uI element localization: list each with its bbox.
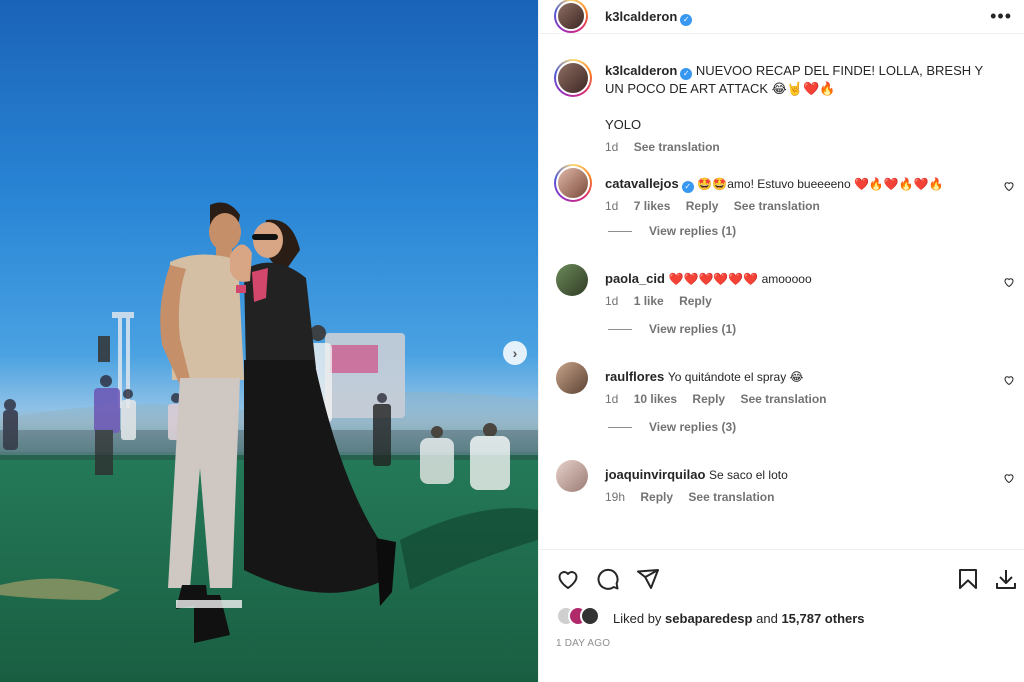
comment-text: catavallejos ✓ 🤩🤩amo! Estuvo bueeeeno ❤️🔥… (605, 175, 989, 193)
comment-see-translation[interactable]: See translation (734, 199, 820, 213)
view-replies-label[interactable]: View replies (1) (649, 322, 736, 336)
comment-see-translation[interactable]: See translation (688, 490, 774, 504)
post-actions: Liked by sebaparedesp and 15,787 others … (539, 549, 1024, 682)
comment-body: ❤️❤️❤️❤️❤️❤️ amooooo (668, 272, 812, 286)
comment-username[interactable]: joaquinvirquilao (605, 467, 705, 482)
like-comment-heart-icon[interactable] (1003, 472, 1015, 484)
post-header: k3lcalderon ✓ ••• (539, 0, 1024, 34)
liked-by-username[interactable]: sebaparedesp (665, 611, 752, 626)
comment-avatar[interactable] (556, 264, 588, 296)
festival-photo-illustration (0, 202, 538, 682)
bookmark-icon[interactable] (956, 567, 980, 591)
caption-meta: 1d See translation (605, 140, 989, 154)
comment-avatar[interactable] (554, 164, 592, 202)
comment-likes[interactable]: 7 likes (634, 199, 671, 213)
liked-by-text: Liked by sebaparedesp and 15,787 others (613, 611, 865, 626)
comment-text: raulflores Yo quitándote el spray 😂 (605, 368, 989, 386)
share-icon[interactable] (636, 567, 660, 591)
comment-body: 🤩🤩amo! Estuvo bueeeeno ❤️🔥❤️🔥❤️🔥 (697, 177, 944, 191)
comment-likes[interactable]: 1 like (634, 294, 664, 308)
comment-reply-button[interactable]: Reply (679, 294, 712, 308)
comment-icon[interactable] (596, 567, 620, 591)
liked-by-others[interactable]: 15,787 others (781, 611, 864, 626)
view-replies-label[interactable]: View replies (1) (649, 224, 736, 238)
comment-meta: 1d 1 like Reply (605, 294, 989, 308)
view-replies-label[interactable]: View replies (3) (649, 420, 736, 434)
view-replies[interactable]: View replies (3) (539, 420, 1024, 434)
comment-row: raulflores Yo quitándote el spray 😂 1d 1… (539, 362, 1024, 420)
download-icon[interactable] (994, 567, 1018, 591)
post-side-panel: k3lcalderon ✓ ••• k3lcalderon ✓ NUEVOO REC… (538, 0, 1024, 682)
author-username-text[interactable]: k3lcalderon (605, 9, 677, 24)
more-options-icon[interactable]: ••• (990, 6, 1012, 27)
liked-by-prefix: Liked by (613, 611, 662, 626)
post-photo: › (0, 0, 538, 682)
comment-row: catavallejos ✓ 🤩🤩amo! Estuvo bueeeeno ❤️🔥… (539, 164, 1024, 224)
post-time-ago[interactable]: 1 DAY AGO (556, 638, 610, 649)
comment-meta: 1d 7 likes Reply See translation (605, 199, 989, 213)
comment-see-translation[interactable]: See translation (740, 392, 826, 406)
comments-list: k3lcalderon ✓ NUEVOO RECAP DEL FINDE! LOL… (539, 52, 1024, 549)
comment-meta: 1d 10 likes Reply See translation (605, 392, 989, 406)
author-avatar[interactable] (554, 0, 588, 33)
comment-reply-button[interactable]: Reply (692, 392, 725, 406)
comment-likes[interactable]: 10 likes (634, 392, 677, 406)
comment-row: paola_cid ❤️❤️❤️❤️❤️❤️ amooooo 1d 1 like… (539, 264, 1024, 322)
comment-avatar[interactable] (556, 362, 588, 394)
comment-time: 1d (605, 294, 619, 308)
caption-username[interactable]: k3lcalderon (605, 63, 677, 78)
comment-username[interactable]: catavallejos (605, 176, 679, 191)
like-comment-heart-icon[interactable] (1003, 180, 1015, 192)
view-replies[interactable]: View replies (1) (539, 224, 1024, 238)
comment-text: joaquinvirquilao Se saco el loto (605, 466, 989, 484)
comment-time: 1d (605, 392, 619, 406)
verified-badge-icon: ✓ (680, 14, 693, 26)
comment-meta: 19h Reply See translation (605, 490, 989, 504)
caption-avatar[interactable] (554, 59, 592, 97)
comment-reply-button[interactable]: Reply (640, 490, 673, 504)
liked-by-avatars (556, 606, 606, 628)
next-photo-button[interactable]: › (503, 341, 527, 365)
caption-row: k3lcalderon ✓ NUEVOO RECAP DEL FINDE! LOL… (539, 52, 1024, 170)
comment-body: Yo quitándote el spray 😂 (667, 370, 804, 384)
verified-badge-icon: ✓ (680, 68, 693, 80)
like-comment-heart-icon[interactable] (1003, 276, 1015, 288)
comment-avatar[interactable] (556, 460, 588, 492)
comment-reply-button[interactable]: Reply (686, 199, 719, 213)
comment-row: joaquinvirquilao Se saco el loto 19h Rep… (539, 460, 1024, 518)
verified-badge-icon: ✓ (681, 181, 694, 193)
caption-time: 1d (605, 140, 619, 154)
caption-text: k3lcalderon ✓ NUEVOO RECAP DEL FINDE! LOL… (605, 62, 989, 98)
caption-see-translation[interactable]: See translation (634, 140, 720, 154)
caption-second-line: YOLO (605, 117, 642, 132)
liked-by-conj: and (756, 611, 778, 626)
comment-time: 19h (605, 490, 626, 504)
heart-icon[interactable] (556, 567, 580, 591)
comment-time: 1d (605, 199, 619, 213)
comment-body: Se saco el loto (709, 468, 788, 482)
comment-text: paola_cid ❤️❤️❤️❤️❤️❤️ amooooo (605, 270, 989, 288)
comment-username[interactable]: paola_cid (605, 271, 665, 286)
comment-username[interactable]: raulflores (605, 369, 664, 384)
author-username[interactable]: k3lcalderon ✓ (605, 9, 693, 26)
like-comment-heart-icon[interactable] (1003, 374, 1015, 386)
view-replies[interactable]: View replies (1) (539, 322, 1024, 336)
